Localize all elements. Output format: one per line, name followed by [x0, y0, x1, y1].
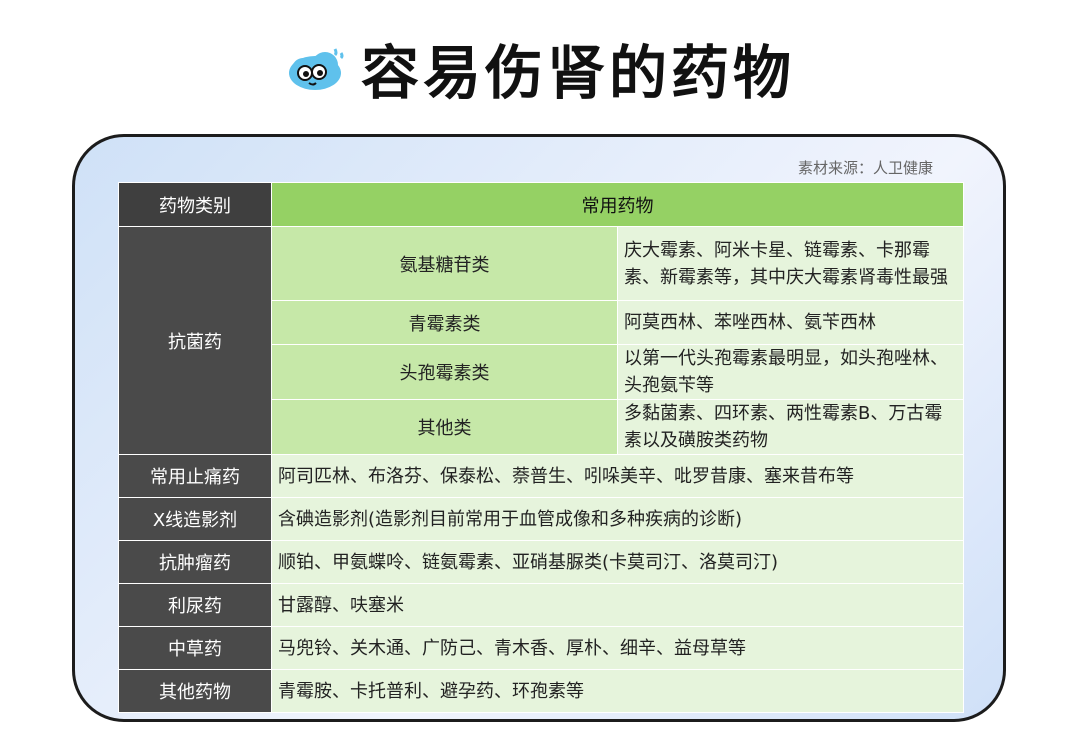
category-cell: 中草药 — [118, 626, 272, 670]
drug-list-cell: 庆大霉素、阿米卡星、链霉素、卡那霉素、新霉素等，其中庆大霉素肾毒性最强 — [617, 226, 964, 301]
cute-cloud-face-icon — [288, 48, 344, 90]
category-cell: X线造影剂 — [118, 497, 272, 541]
drug-list-cell: 以第一代头孢霉素最明显，如头孢唑林、头孢氨苄等 — [617, 344, 964, 400]
drug-list-cell: 阿司匹林、布洛芬、保泰松、萘普生、吲哚美辛、吡罗昔康、塞来昔布等 — [271, 454, 964, 498]
content-card: 素材来源：人卫健康 药物类别 常用药物 抗菌药 氨基糖苷类 庆大霉素、阿米卡星、… — [72, 134, 1006, 722]
subcategory-cell: 其他类 — [271, 399, 618, 455]
page-title: 容易伤肾的药物 — [360, 39, 795, 107]
drug-list-cell: 青霉胺、卡托普利、避孕药、环孢素等 — [271, 669, 964, 713]
source-note: 素材来源：人卫健康 — [797, 159, 933, 177]
category-cell: 利尿药 — [118, 583, 272, 627]
header-category: 药物类别 — [118, 182, 272, 227]
drug-list-cell: 多黏菌素、四环素、两性霉素B、万古霉素以及磺胺类药物 — [617, 399, 964, 455]
drug-list-cell: 甘露醇、呋塞米 — [271, 583, 964, 627]
subcategory-cell: 头孢霉素类 — [271, 344, 618, 400]
category-cell: 常用止痛药 — [118, 454, 272, 498]
table-row: 利尿药 甘露醇、呋塞米 — [118, 583, 964, 627]
table-row: 抗肿瘤药 顺铂、甲氨蝶呤、链氨霉素、亚硝基脲类(卡莫司汀、洛莫司汀) — [118, 540, 964, 584]
table-row: 中草药 马兜铃、关木通、广防己、青木香、厚朴、细辛、益母草等 — [118, 626, 964, 670]
drug-list-cell: 顺铂、甲氨蝶呤、链氨霉素、亚硝基脲类(卡莫司汀、洛莫司汀) — [271, 540, 964, 584]
header-drugs: 常用药物 — [271, 182, 964, 227]
category-cell: 抗菌药 — [118, 226, 272, 455]
table-row: 抗菌药 氨基糖苷类 庆大霉素、阿米卡星、链霉素、卡那霉素、新霉素等，其中庆大霉素… — [118, 226, 964, 455]
drug-list-cell: 阿莫西林、苯唑西林、氨苄西林 — [617, 300, 964, 345]
title-row: 容易伤肾的药物 — [0, 28, 1080, 108]
table-row: 其他药物 青霉胺、卡托普利、避孕药、环孢素等 — [118, 669, 964, 713]
category-cell: 其他药物 — [118, 669, 272, 713]
drug-table: 药物类别 常用药物 抗菌药 氨基糖苷类 庆大霉素、阿米卡星、链霉素、卡那霉素、新… — [118, 182, 964, 713]
category-cell: 抗肿瘤药 — [118, 540, 272, 584]
subcategory-cell: 氨基糖苷类 — [271, 226, 618, 301]
subcategory-cell: 青霉素类 — [271, 300, 618, 345]
drug-list-cell: 马兜铃、关木通、广防己、青木香、厚朴、细辛、益母草等 — [271, 626, 964, 670]
table-row: X线造影剂 含碘造影剂(造影剂目前常用于血管成像和多种疾病的诊断) — [118, 497, 964, 541]
drug-list-cell: 含碘造影剂(造影剂目前常用于血管成像和多种疾病的诊断) — [271, 497, 964, 541]
table-row: 常用止痛药 阿司匹林、布洛芬、保泰松、萘普生、吲哚美辛、吡罗昔康、塞来昔布等 — [118, 454, 964, 498]
